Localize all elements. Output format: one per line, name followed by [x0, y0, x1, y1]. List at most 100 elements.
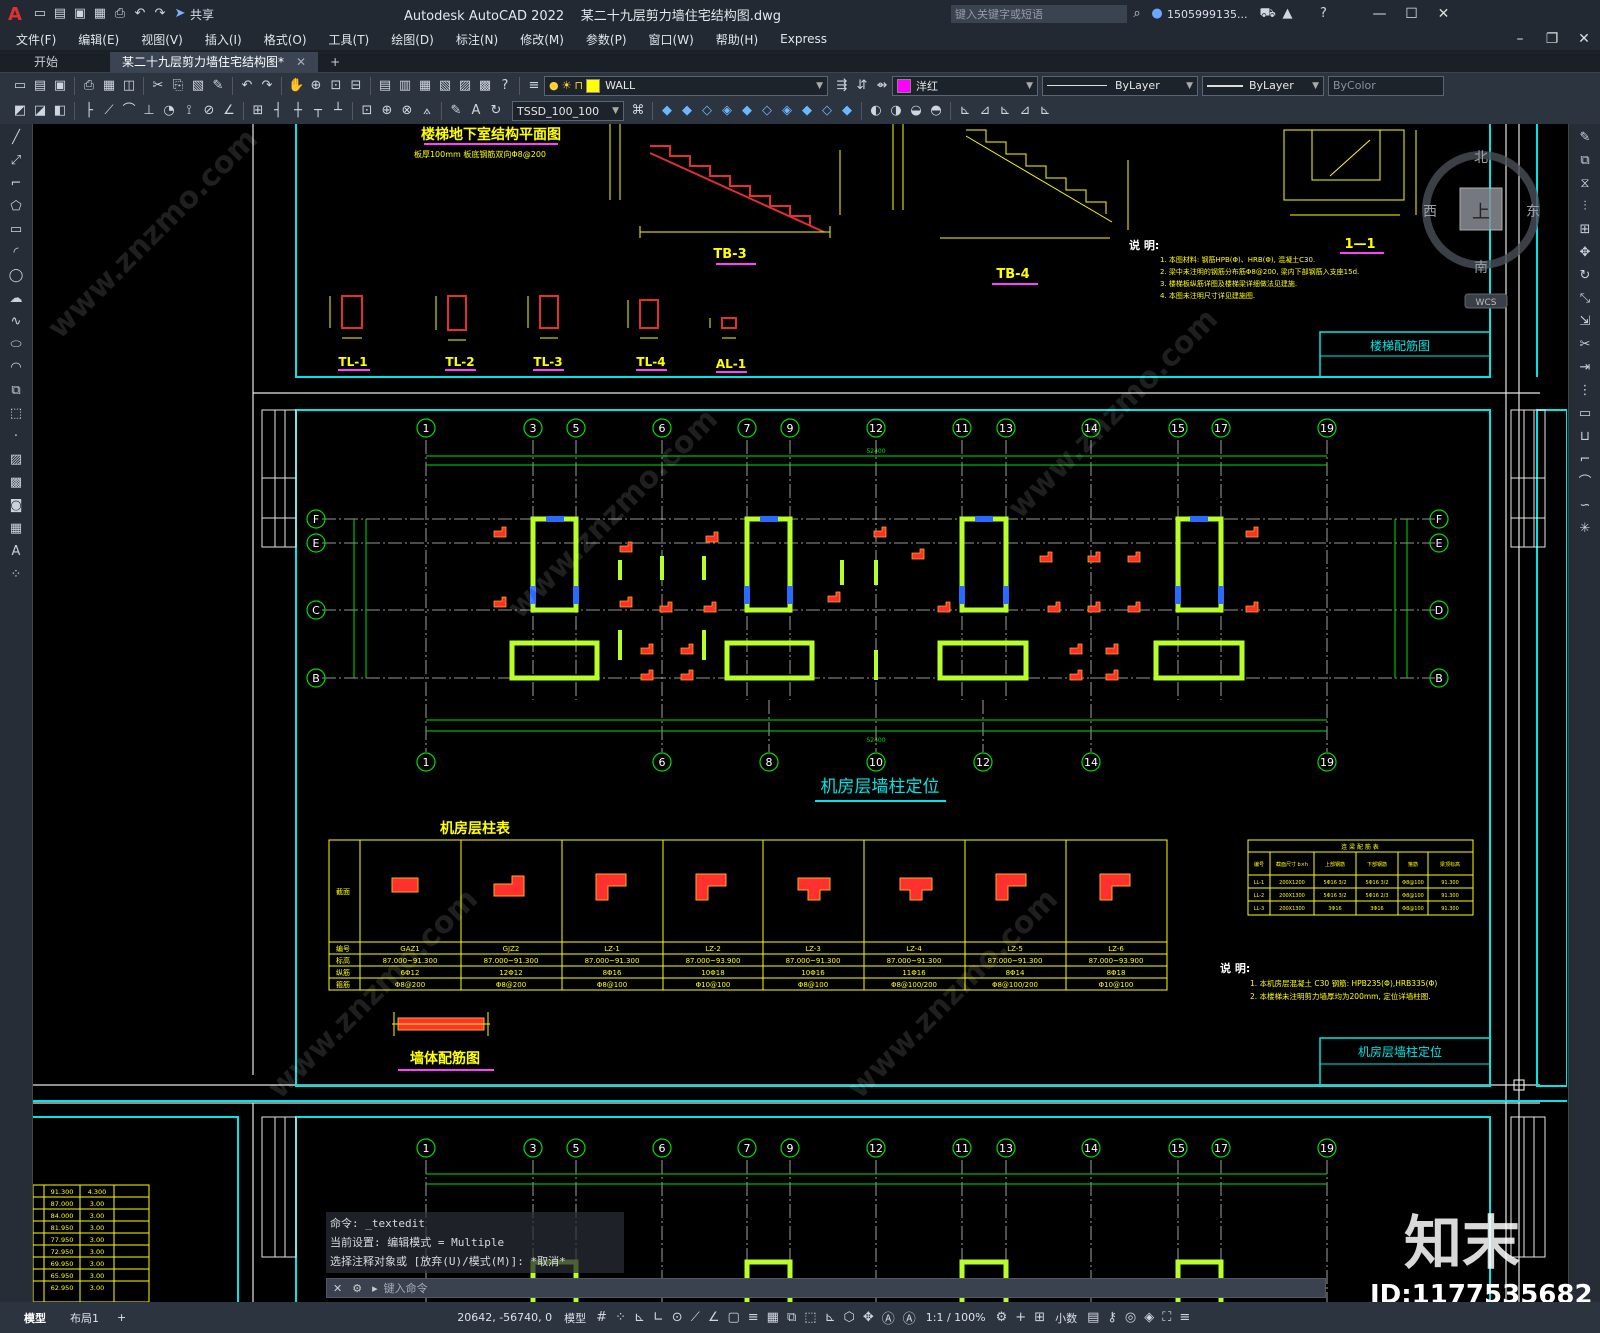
publish-icon[interactable]: ◫ [121, 78, 137, 94]
autodesk-icon[interactable]: ▲ [1279, 6, 1295, 22]
coordinate-readout[interactable]: 20642, -56740, 0 [457, 1311, 552, 1324]
dim-text-edit-icon[interactable]: A [468, 103, 484, 119]
compass-south[interactable]: 南 [1474, 260, 1488, 276]
save-icon[interactable]: ▣ [72, 6, 88, 22]
compass-north[interactable]: 北 [1474, 150, 1488, 166]
command-wrench-icon[interactable]: ⚙ [352, 1282, 362, 1295]
menu-parametric[interactable]: 参数(P) [586, 31, 627, 48]
view-icon-6[interactable]: ◇ [759, 103, 775, 119]
3d-osnap-icon[interactable]: ⬚ [804, 1310, 816, 1325]
sheet-set-icon[interactable]: ▧ [437, 78, 453, 94]
inspect-icon[interactable]: ⊗ [399, 103, 415, 119]
dim-edit-icon[interactable]: ✎ [448, 103, 464, 119]
ellipse-icon[interactable]: ⬭ [6, 336, 26, 354]
menu-tools[interactable]: 工具(T) [329, 31, 370, 48]
undo-icon[interactable]: ↶ [132, 6, 148, 22]
search-input[interactable]: 键入关键字或短语 [955, 6, 1043, 22]
fillet-icon[interactable]: ⌒ [1575, 474, 1595, 492]
menu-insert[interactable]: 插入(I) [205, 31, 242, 48]
saveas-icon[interactable]: ▦ [92, 6, 108, 22]
search-icon[interactable]: ⌕ [1129, 6, 1145, 22]
close-tab-icon[interactable]: ✕ [296, 52, 306, 72]
new-file-icon[interactable]: ▭ [12, 78, 28, 94]
polyline-icon[interactable]: ⌐ [6, 175, 26, 193]
dim-style-icon[interactable]: ⌘ [630, 103, 646, 119]
osnap-icon[interactable]: ▢ [727, 1310, 739, 1325]
table-icon[interactable]: ▦ [6, 520, 26, 538]
share-button[interactable]: 共享 [190, 6, 214, 23]
gradient-icon[interactable]: ▩ [6, 474, 26, 492]
model-tab[interactable]: 模型 [24, 1310, 46, 1326]
mirror-icon[interactable]: ⧖ [1575, 175, 1595, 193]
zoom-previous-icon[interactable]: ⊟ [348, 78, 364, 94]
redo-icon[interactable]: ↷ [152, 6, 168, 22]
user-icon[interactable]: ● [1149, 6, 1165, 22]
add-selected-icon[interactable]: ⁘ [6, 566, 26, 584]
markup-icon[interactable]: ▨ [457, 78, 473, 94]
tssd-icon-1[interactable]: ◩ [12, 103, 28, 119]
tssd-icon-2[interactable]: ◪ [32, 103, 48, 119]
infer-icon[interactable]: ⊾ [634, 1310, 645, 1325]
menu-help[interactable]: 帮助(H) [716, 31, 758, 48]
zoom-window-icon[interactable]: ⊡ [328, 78, 344, 94]
cut-icon[interactable]: ✂ [150, 78, 166, 94]
ordinate-dim-icon[interactable]: ⊥ [141, 103, 157, 119]
ucs-icon-4[interactable]: ⊿ [1017, 103, 1033, 119]
ucs-icon-5[interactable]: ⊾ [1037, 103, 1053, 119]
autocad-logo-icon[interactable]: A [8, 4, 22, 25]
view-icon-3[interactable]: ◇ [699, 103, 715, 119]
wcs-menu[interactable]: WCS [1476, 298, 1497, 308]
polar-icon[interactable]: ⊙ [672, 1310, 683, 1325]
break-icon[interactable]: ▭ [1575, 405, 1595, 423]
units-icon[interactable]: ⊞ [1034, 1310, 1045, 1325]
add-icon[interactable]: + [1015, 1310, 1026, 1325]
break-point-icon[interactable]: ⋮ [1575, 382, 1595, 400]
copy-icon[interactable]: ⎘ [170, 78, 186, 94]
line-icon[interactable]: ╱ [6, 129, 26, 147]
open-file-icon[interactable]: ▤ [32, 78, 48, 94]
menu-draw[interactable]: 绘图(D) [391, 31, 434, 48]
command-close-icon[interactable]: ✕ [333, 1282, 342, 1295]
maximize-button[interactable]: ☐ [1395, 6, 1427, 22]
text-style-dropdown[interactable]: TSSD_100_100 ▼ [512, 101, 624, 121]
units-readout[interactable]: 小数 [1055, 1310, 1077, 1326]
insert-block-icon[interactable]: ⧉ [6, 382, 26, 400]
view-icon-10[interactable]: ◆ [839, 103, 855, 119]
linetype-dropdown[interactable]: ByLayer ▼ [1042, 75, 1198, 96]
layer-state-icon[interactable]: ⇴ [874, 78, 890, 94]
paste-icon[interactable]: ▧ [190, 78, 206, 94]
menu-modify[interactable]: 修改(M) [520, 31, 564, 48]
view-icon-1[interactable]: ◆ [659, 103, 675, 119]
color-dropdown[interactable]: 洋红 ▼ [892, 75, 1038, 96]
snap-icon[interactable]: ⁘ [615, 1310, 626, 1325]
linear-dim-icon[interactable]: ├ [81, 103, 97, 119]
arc-icon[interactable]: ◜ [6, 244, 26, 262]
drawing-svg[interactable]: 楼梯地下室结构平面图 板厚100mm 板底钢筋双向Φ8@200 TB-3 TB-… [33, 124, 1567, 1302]
compass-east[interactable]: 东 [1526, 204, 1540, 220]
polygon-icon[interactable]: ⬠ [6, 198, 26, 216]
hatch-icon[interactable]: ▨ [6, 451, 26, 469]
tab-start[interactable]: 开始 [22, 52, 70, 72]
make-current-icon[interactable]: ⇶ [834, 78, 850, 94]
help-icon[interactable]: ? [1315, 6, 1331, 22]
mtext-icon[interactable]: A [6, 543, 26, 561]
isolate-icon[interactable]: ◎ [1125, 1310, 1136, 1325]
chamfer-icon[interactable]: ⌐ [1575, 451, 1595, 469]
customize-icon[interactable]: ≡ [1179, 1310, 1190, 1325]
view-icon-8[interactable]: ◆ [799, 103, 815, 119]
blend-icon[interactable]: ∽ [1575, 497, 1595, 515]
menu-file[interactable]: 文件(F) [16, 31, 56, 48]
erase-icon[interactable]: ✎ [1575, 129, 1595, 147]
ucs-icon-1[interactable]: ⊾ [957, 103, 973, 119]
trim-icon[interactable]: ✂ [1575, 336, 1595, 354]
selection-filter-icon[interactable]: ⬡ [843, 1310, 854, 1325]
view-icon-5[interactable]: ◆ [739, 103, 755, 119]
aligned-dim-icon[interactable]: ⟋ [101, 103, 117, 119]
minimize-button[interactable]: — [1363, 6, 1395, 22]
scale-icon[interactable]: ⤡ [1575, 290, 1595, 308]
center-mark-icon[interactable]: ⊕ [379, 103, 395, 119]
angular-dim-icon[interactable]: ∠ [221, 103, 237, 119]
baseline-dim-icon[interactable]: ┤ [270, 103, 286, 119]
jog-line-icon[interactable]: ⟑ [419, 103, 435, 119]
isodraft-icon[interactable]: ⟋ [691, 1310, 700, 1325]
